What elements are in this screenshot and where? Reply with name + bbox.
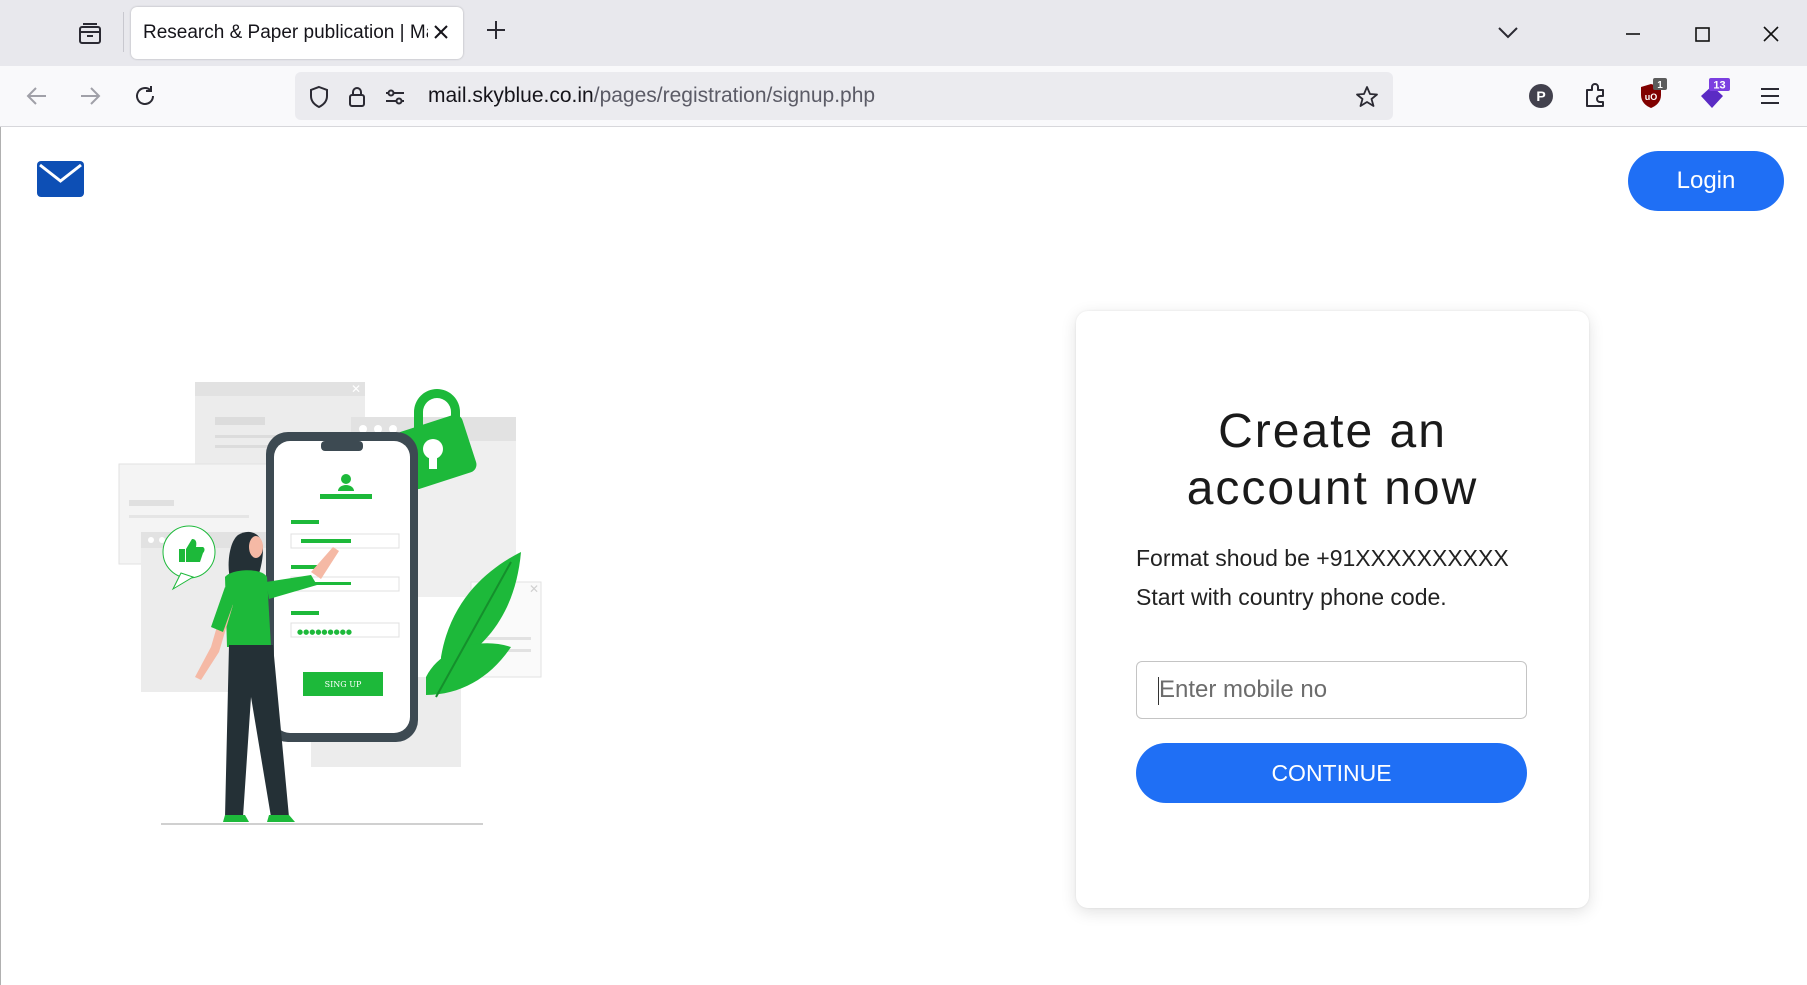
svg-text:✕: ✕ (529, 582, 539, 596)
ublock-icon[interactable]: uO 1 (1633, 78, 1669, 114)
minimize-icon[interactable] (1613, 14, 1653, 54)
tab-title: Research & Paper publication | Mail (143, 22, 428, 43)
ublock-badge: 1 (1657, 80, 1663, 91)
mail-logo-icon[interactable] (37, 161, 84, 197)
hamburger-menu-icon[interactable] (1752, 78, 1788, 114)
url-path: /pages/registration/signup.php (593, 84, 876, 107)
mobile-number-input[interactable] (1136, 661, 1527, 719)
active-tab[interactable]: Research & Paper publication | Mail (131, 7, 463, 59)
chevron-down-icon[interactable] (1493, 18, 1523, 48)
reload-icon (136, 86, 154, 105)
card-title-line1: Create an (1218, 405, 1447, 458)
lock-icon[interactable] (344, 84, 370, 110)
tab-close-icon[interactable] (429, 20, 453, 44)
arrow-right-icon (81, 87, 101, 105)
card-title: Create an account now (1076, 403, 1589, 517)
format-hint: Format shoud be +91XXXXXXXXXX (1136, 545, 1509, 571)
reload-button[interactable] (127, 78, 163, 114)
arrow-left-icon (26, 87, 46, 105)
illustration-password-dots: ●●●●●●●●● (297, 628, 352, 636)
profile-avatar-icon[interactable]: P (1523, 78, 1559, 114)
page-content: Login ✕ ✕ ●●●●●●●●● SING UP Create an ac… (0, 127, 1807, 985)
star-icon[interactable] (1354, 84, 1380, 110)
address-bar[interactable]: mail.skyblue.co.in/pages/registration/si… (295, 72, 1393, 120)
tab-overview-icon (79, 23, 101, 44)
signup-card: Create an account now Format shoud be +9… (1076, 311, 1589, 908)
navigation-toolbar: mail.skyblue.co.in/pages/registration/si… (0, 66, 1807, 127)
continue-button[interactable]: CONTINUE (1136, 743, 1527, 803)
tab-separator (123, 12, 124, 52)
text-caret (1158, 677, 1159, 705)
url-host: mail.skyblue.co.in (428, 84, 594, 107)
card-title-line2: account now (1186, 462, 1479, 515)
permissions-icon[interactable] (382, 84, 408, 110)
tab-strip: Research & Paper publication | Mail (0, 0, 1807, 66)
svg-text:✕: ✕ (351, 382, 361, 396)
forward-button[interactable] (72, 78, 108, 114)
illustration-signup-text: SING UP (325, 680, 362, 689)
login-button[interactable]: Login (1628, 151, 1784, 211)
signup-illustration: ✕ ✕ ●●●●●●●●● SING UP (118, 382, 542, 825)
extensions-puzzle-icon[interactable] (1578, 78, 1614, 114)
svg-text:uO: uO (1645, 92, 1658, 102)
tab-overview-button[interactable] (66, 12, 114, 56)
extension-diamond-icon[interactable]: 13 (1694, 78, 1730, 114)
country-code-hint: Start with country phone code. (1136, 584, 1447, 610)
maximize-icon[interactable] (1682, 14, 1722, 54)
close-window-icon[interactable] (1751, 14, 1791, 54)
extension-badge: 13 (1713, 80, 1725, 92)
new-tab-icon[interactable] (480, 14, 512, 46)
url-text[interactable]: mail.skyblue.co.in/pages/registration/si… (428, 84, 875, 108)
profile-letter: P (1536, 88, 1545, 104)
back-button[interactable] (19, 78, 55, 114)
shield-icon[interactable] (306, 84, 332, 110)
